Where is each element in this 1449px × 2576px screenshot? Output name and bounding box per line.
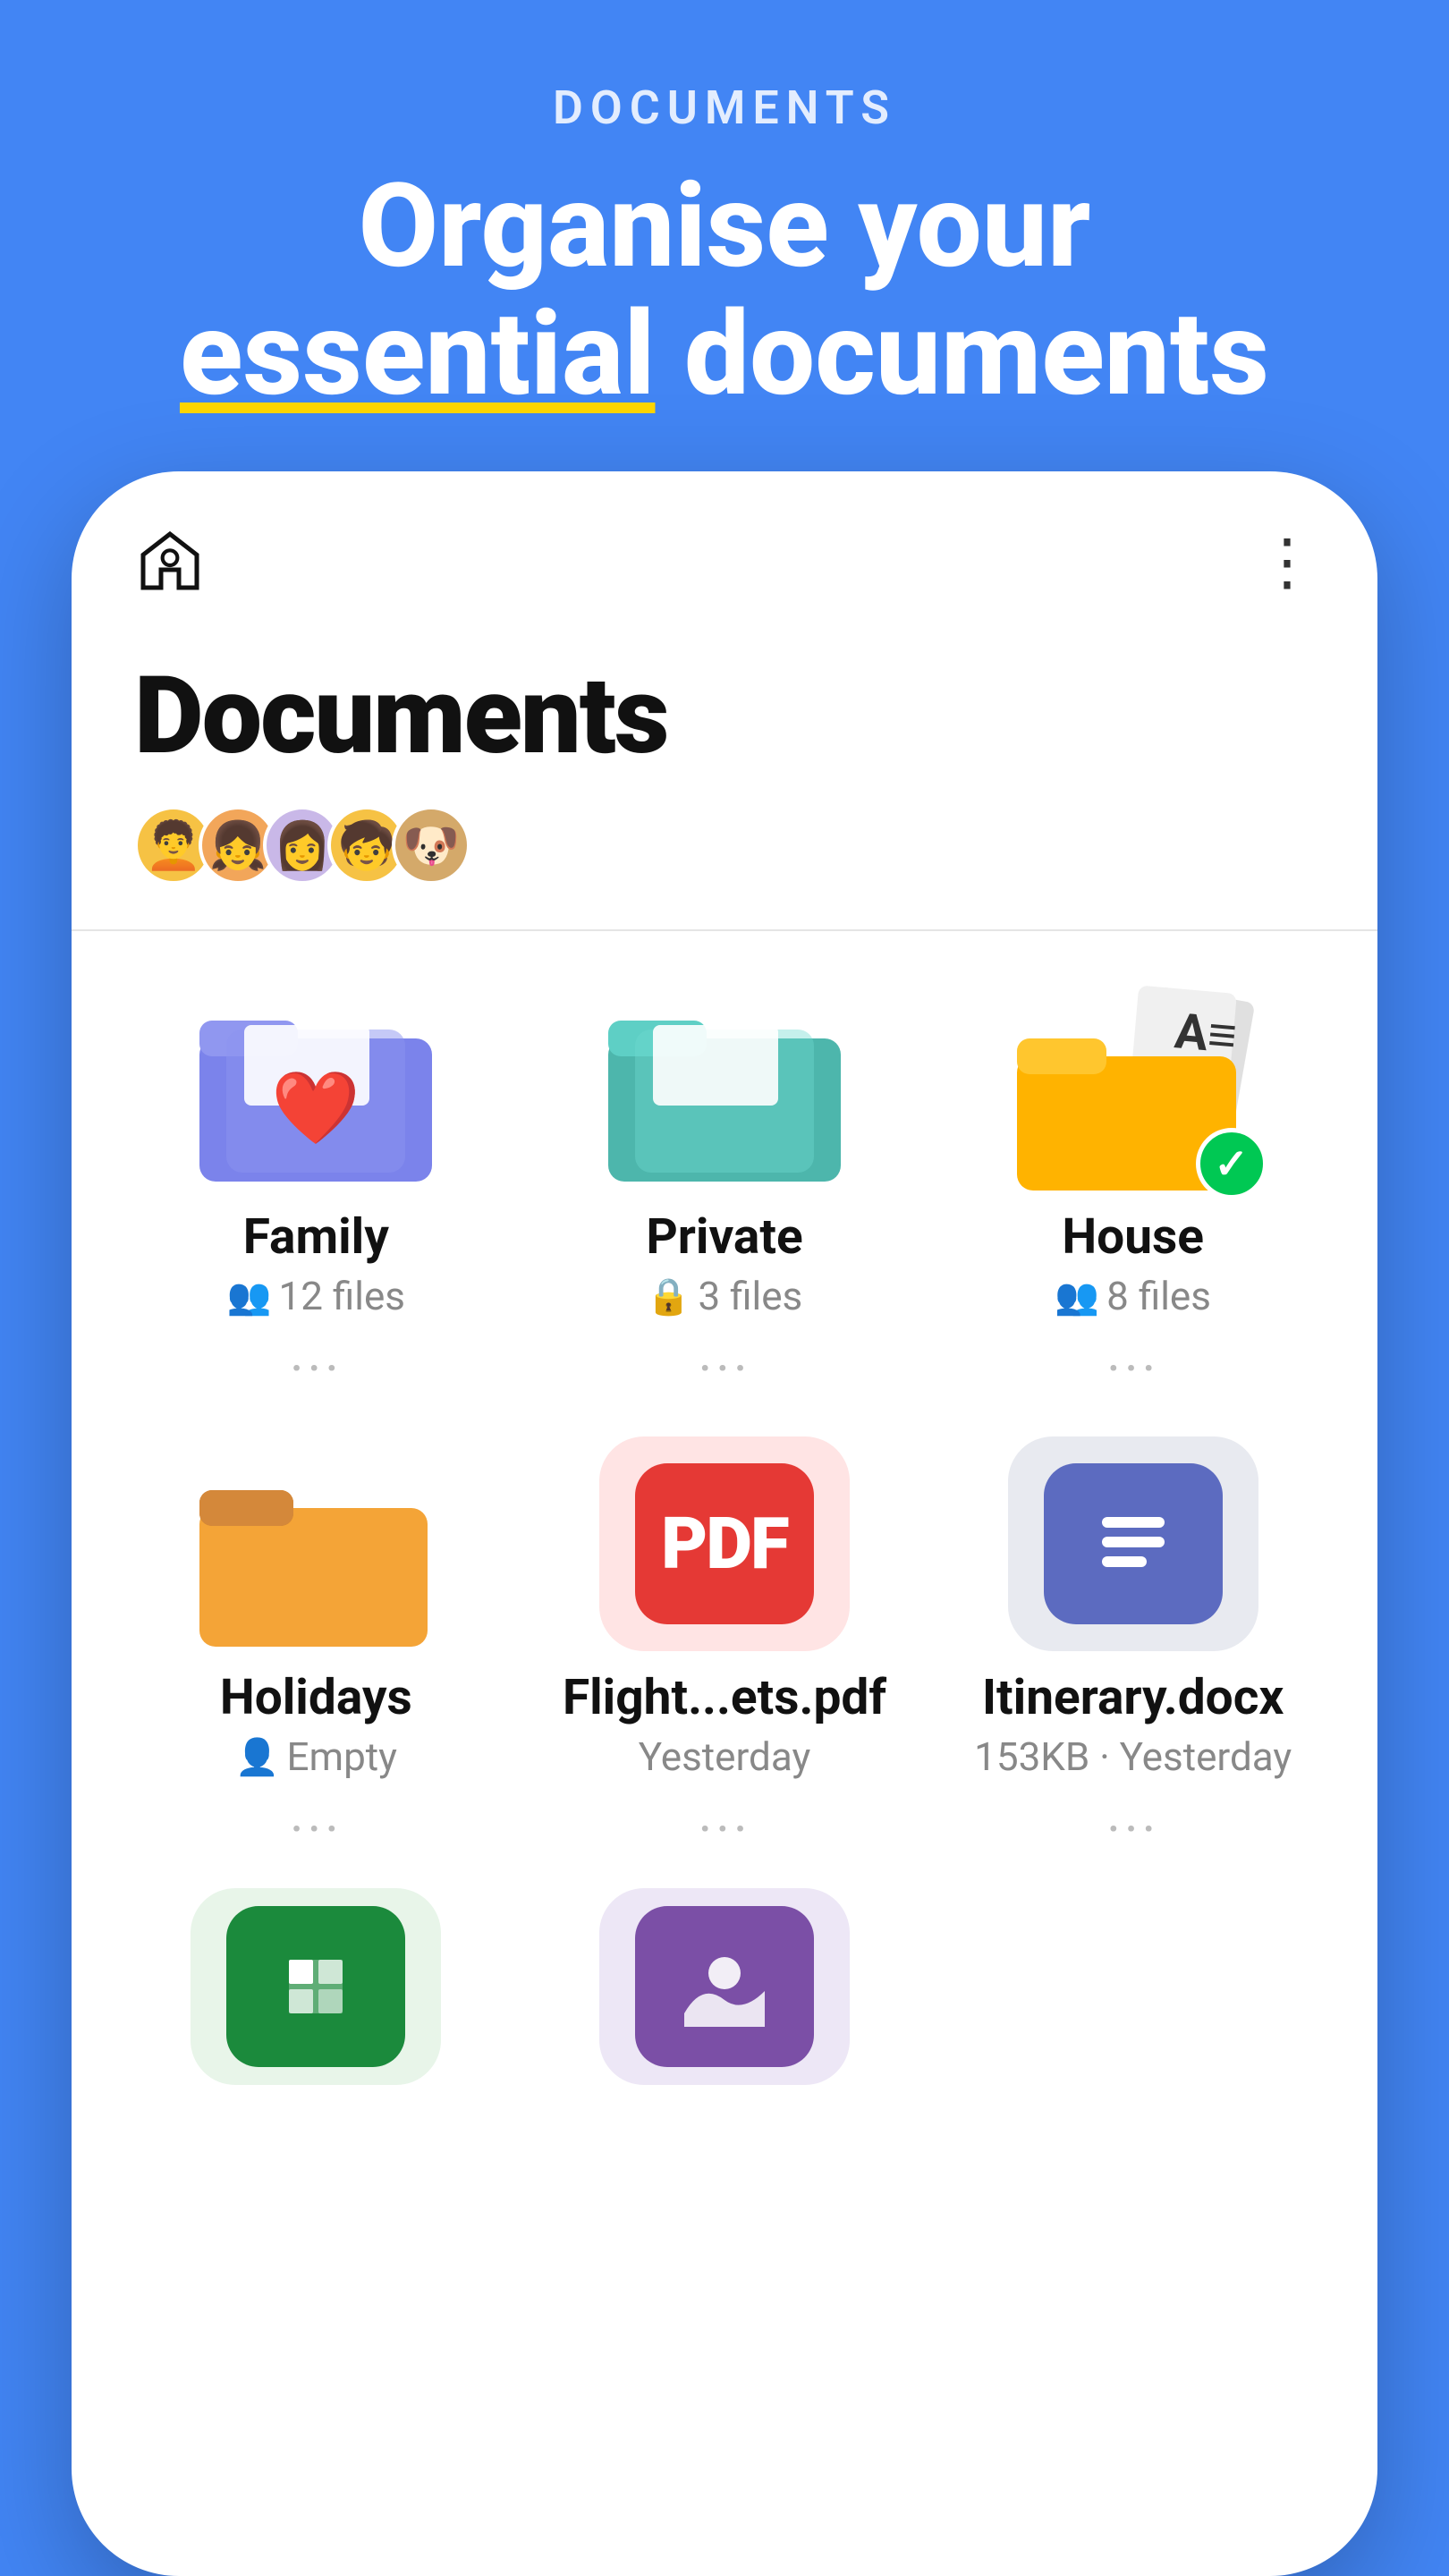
folder-house-more[interactable]: ··· — [1106, 1337, 1159, 1401]
grid-section-1: ❤️ Family 👥 12 files ··· — [72, 949, 1377, 1428]
lock-icon-private: 🔒 — [647, 1275, 691, 1318]
file-docx[interactable]: Itinerary.docx 153KB · Yesterday ··· — [942, 1436, 1324, 1861]
folder-house-icon: A≡ 🏠 — [1008, 976, 1258, 1191]
app-header: ⋮ — [72, 471, 1377, 618]
folder-holidays-name: Holidays — [220, 1669, 412, 1726]
header-title: Organise your essential documents — [180, 162, 1269, 418]
file-photos[interactable] — [534, 1888, 916, 2085]
divider — [72, 929, 1377, 931]
folder-family-more[interactable]: ··· — [290, 1337, 343, 1401]
page-title: Documents — [134, 654, 1315, 779]
file-sheets[interactable] — [125, 1888, 507, 2085]
empty-slot — [942, 1888, 1324, 2085]
folder-holidays-meta: 👤 Empty — [235, 1733, 397, 1780]
people-icon-family: 👥 — [227, 1275, 272, 1318]
header-section: DOCUMENTS Organise your essential docume… — [0, 0, 1449, 471]
people-icon-holidays: 👤 — [235, 1736, 280, 1778]
folder-house-name: House — [1062, 1208, 1204, 1266]
folder-house-meta: 👥 8 files — [1055, 1273, 1211, 1319]
folder-private-more[interactable]: ··· — [698, 1337, 750, 1401]
home-icon[interactable] — [134, 525, 206, 600]
folder-holidays-more[interactable]: ··· — [290, 1798, 343, 1861]
folder-private-name: Private — [646, 1208, 802, 1266]
file-photos-icon — [599, 1888, 850, 2085]
file-pdf[interactable]: PDF Flight...ets.pdf Yesterday ··· — [534, 1436, 916, 1861]
more-menu-icon[interactable]: ⋮ — [1256, 550, 1315, 575]
files-grid: 🌴 Holidays 👤 Empty ··· PDF Flight...ets.… — [125, 1436, 1324, 1861]
file-pdf-name: Flight...ets.pdf — [563, 1669, 886, 1726]
avatars-row: 🧑‍🦱 👧 👩 🧒 🐶 — [134, 806, 1315, 885]
avatar-5: 🐶 — [392, 806, 470, 885]
file-docx-icon — [1008, 1436, 1258, 1651]
file-docx-name: Itinerary.docx — [982, 1669, 1284, 1726]
folder-private-meta: 🔒 3 files — [647, 1273, 803, 1319]
folder-family-meta: 👥 12 files — [227, 1273, 405, 1319]
folder-holidays-icon: 🌴 — [191, 1436, 441, 1651]
folder-private[interactable]: 🔒 Private 🔒 3 files ··· — [534, 976, 916, 1401]
folder-holidays[interactable]: 🌴 Holidays 👤 Empty ··· — [125, 1436, 507, 1861]
svg-text:A≡: A≡ — [1172, 1003, 1238, 1065]
folder-family-name: Family — [243, 1208, 389, 1266]
folder-family-icon: ❤️ — [191, 976, 441, 1191]
file-sheets-icon — [191, 1888, 441, 2085]
folder-private-icon: 🔒 — [599, 976, 850, 1191]
file-pdf-meta: Yesterday — [639, 1733, 811, 1780]
people-icon-house: 👥 — [1055, 1275, 1099, 1318]
header-title-line1: Organise your — [359, 157, 1091, 294]
folder-house[interactable]: A≡ 🏠 House 👥 8 files ··· — [942, 976, 1324, 1401]
svg-text:❤️: ❤️ — [272, 1066, 361, 1150]
header-title-rest: documents — [655, 285, 1269, 422]
phone-container: ⋮ Documents 🧑‍🦱 👧 👩 🧒 🐶 — [72, 471, 1377, 2576]
check-badge-house — [1196, 1128, 1267, 1199]
file-docx-meta: 153KB · Yesterday — [974, 1733, 1292, 1780]
file-pdf-more[interactable]: ··· — [698, 1798, 750, 1861]
folder-grid: ❤️ Family 👥 12 files ··· — [125, 976, 1324, 1401]
grid-section-2: 🌴 Holidays 👤 Empty ··· PDF Flight...ets.… — [72, 1428, 1377, 1888]
page-title-section: Documents 🧑‍🦱 👧 👩 🧒 🐶 — [72, 618, 1377, 911]
header-label: DOCUMENTS — [553, 80, 896, 135]
grid-section-3 — [72, 1888, 1377, 2121]
file-pdf-icon: PDF — [599, 1436, 850, 1651]
folder-family[interactable]: ❤️ Family 👥 12 files ··· — [125, 976, 507, 1401]
header-highlight: essential — [180, 285, 656, 422]
file-docx-more[interactable]: ··· — [1106, 1798, 1159, 1861]
